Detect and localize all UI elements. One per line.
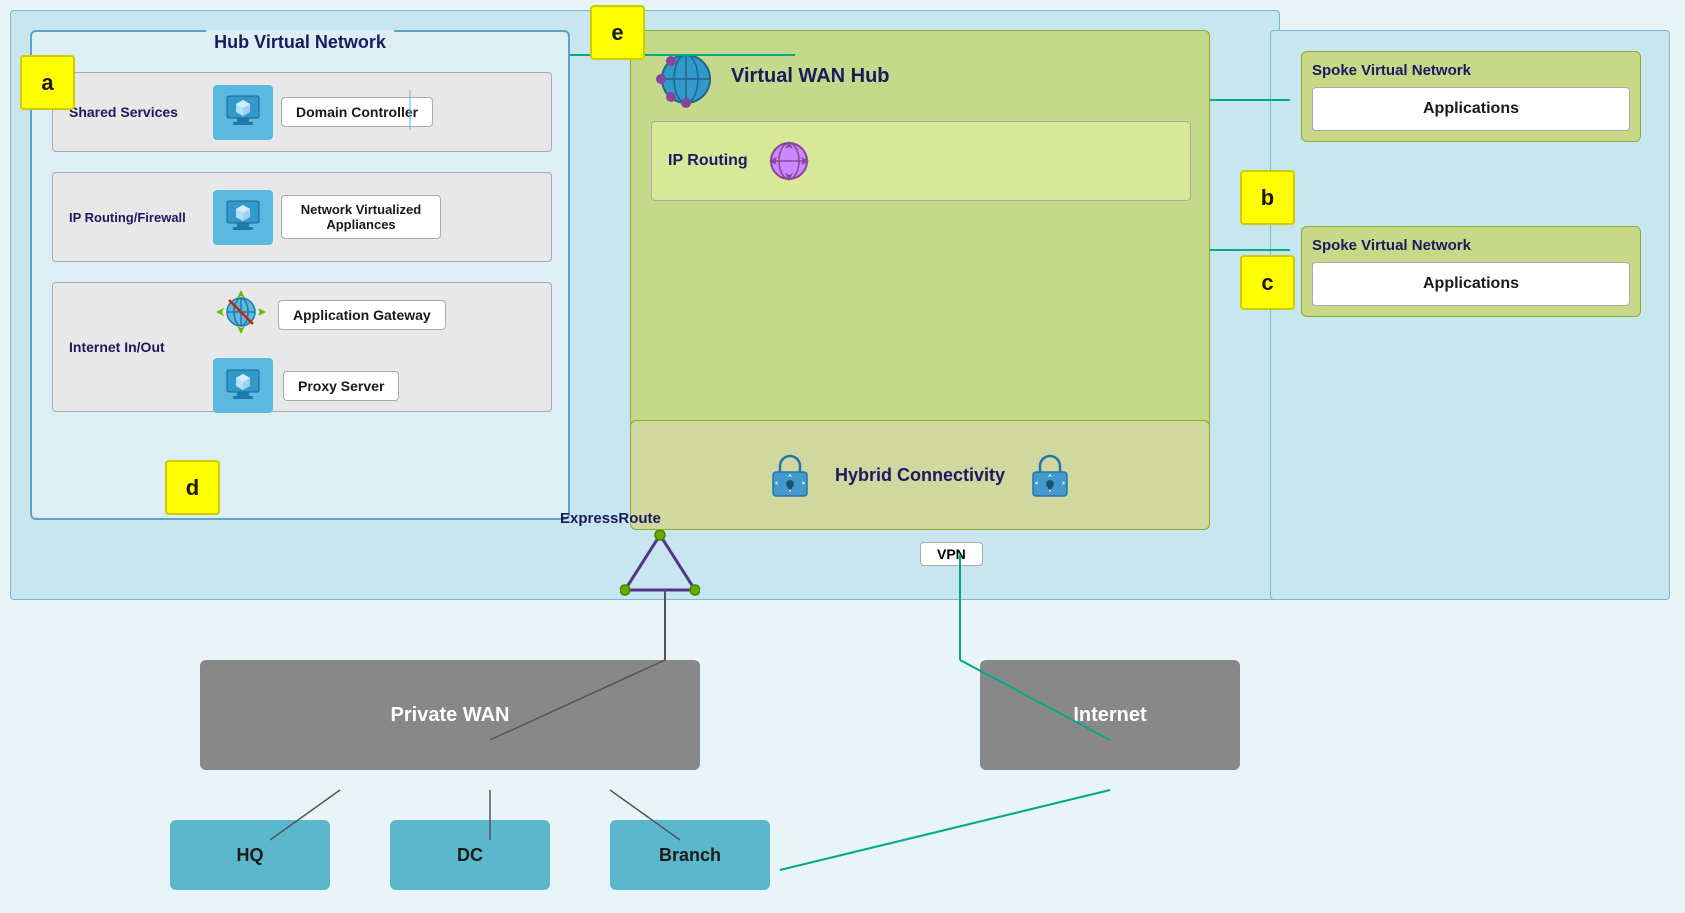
network-virtualized-label: Network VirtualizedAppliances — [281, 195, 441, 239]
vwan-globe-icon — [651, 41, 721, 111]
badge-e: e — [590, 5, 645, 60]
ip-routing-label: IP Routing — [668, 152, 748, 170]
branch-box: Branch — [610, 820, 770, 890]
app-gateway-icon — [213, 287, 268, 342]
spoke-vnet-1-title: Spoke Virtual Network — [1312, 62, 1630, 79]
internet-label: Internet — [1073, 704, 1146, 727]
vwan-hub-container: Virtual WAN Hub IP Routing — [630, 30, 1210, 430]
badge-d: d — [165, 460, 220, 515]
ip-routing-firewall-label: IP Routing/Firewall — [53, 210, 213, 225]
network-appliance-icon — [213, 190, 273, 245]
expressroute-triangle — [620, 530, 700, 605]
badge-b: b — [1240, 170, 1295, 225]
internet-box: Internet — [980, 660, 1240, 770]
shared-services-label: Shared Services — [53, 104, 213, 120]
dc-box: DC — [390, 820, 550, 890]
hq-label: HQ — [237, 845, 264, 866]
shared-services-row: Shared Services Domain Controller — [52, 72, 552, 152]
hq-box: HQ — [170, 820, 330, 890]
spoke-area: Spoke Virtual Network Applications Spoke… — [1270, 30, 1670, 600]
hybrid-connectivity-box: Hybrid Connectivity — [630, 420, 1210, 530]
hybrid-lock-right-icon — [1025, 450, 1075, 500]
domain-controller-label: Domain Controller — [281, 97, 433, 127]
hub-vnet-title: Hub Virtual Network — [206, 30, 394, 55]
ip-routing-icon — [764, 136, 814, 186]
spoke-vnet-1-applications: Applications — [1312, 87, 1630, 131]
hybrid-lock-left-icon — [765, 450, 815, 500]
application-gateway-label: Application Gateway — [278, 300, 446, 330]
vwan-title-area: Virtual WAN Hub — [651, 41, 890, 111]
hybrid-connectivity-title: Hybrid Connectivity — [835, 465, 1005, 486]
internet-inout-row: Internet In/Out — [52, 282, 552, 412]
proxy-server-row: Proxy Server — [213, 358, 446, 413]
ip-routing-box: IP Routing — [651, 121, 1191, 201]
proxy-server-icon — [213, 358, 273, 413]
spoke-vnet-1: Spoke Virtual Network Applications — [1301, 51, 1641, 142]
expressroute-label: ExpressRoute — [560, 510, 661, 527]
ip-routing-firewall-row: IP Routing/Firewall Network VirtualizedA… — [52, 172, 552, 262]
private-wan-box: Private WAN — [200, 660, 700, 770]
internet-inout-label: Internet In/Out — [53, 339, 213, 355]
hub-vnet-container: Hub Virtual Network Shared Services Doma… — [30, 30, 570, 520]
vpn-label: VPN — [920, 542, 983, 566]
private-wan-label: Private WAN — [391, 704, 510, 727]
badge-a: a — [20, 55, 75, 110]
spoke-vnet-2-title: Spoke Virtual Network — [1312, 237, 1630, 254]
proxy-server-label: Proxy Server — [283, 371, 399, 401]
domain-controller-icon — [213, 85, 273, 140]
vwan-hub-title: Virtual WAN Hub — [731, 65, 890, 88]
branch-label: Branch — [659, 845, 721, 866]
dc-label: DC — [457, 845, 483, 866]
spoke-vnet-2-applications: Applications — [1312, 262, 1630, 306]
app-gateway-row: Application Gateway — [213, 287, 446, 342]
badge-c: c — [1240, 255, 1295, 310]
spoke-vnet-2: Spoke Virtual Network Applications — [1301, 226, 1641, 317]
